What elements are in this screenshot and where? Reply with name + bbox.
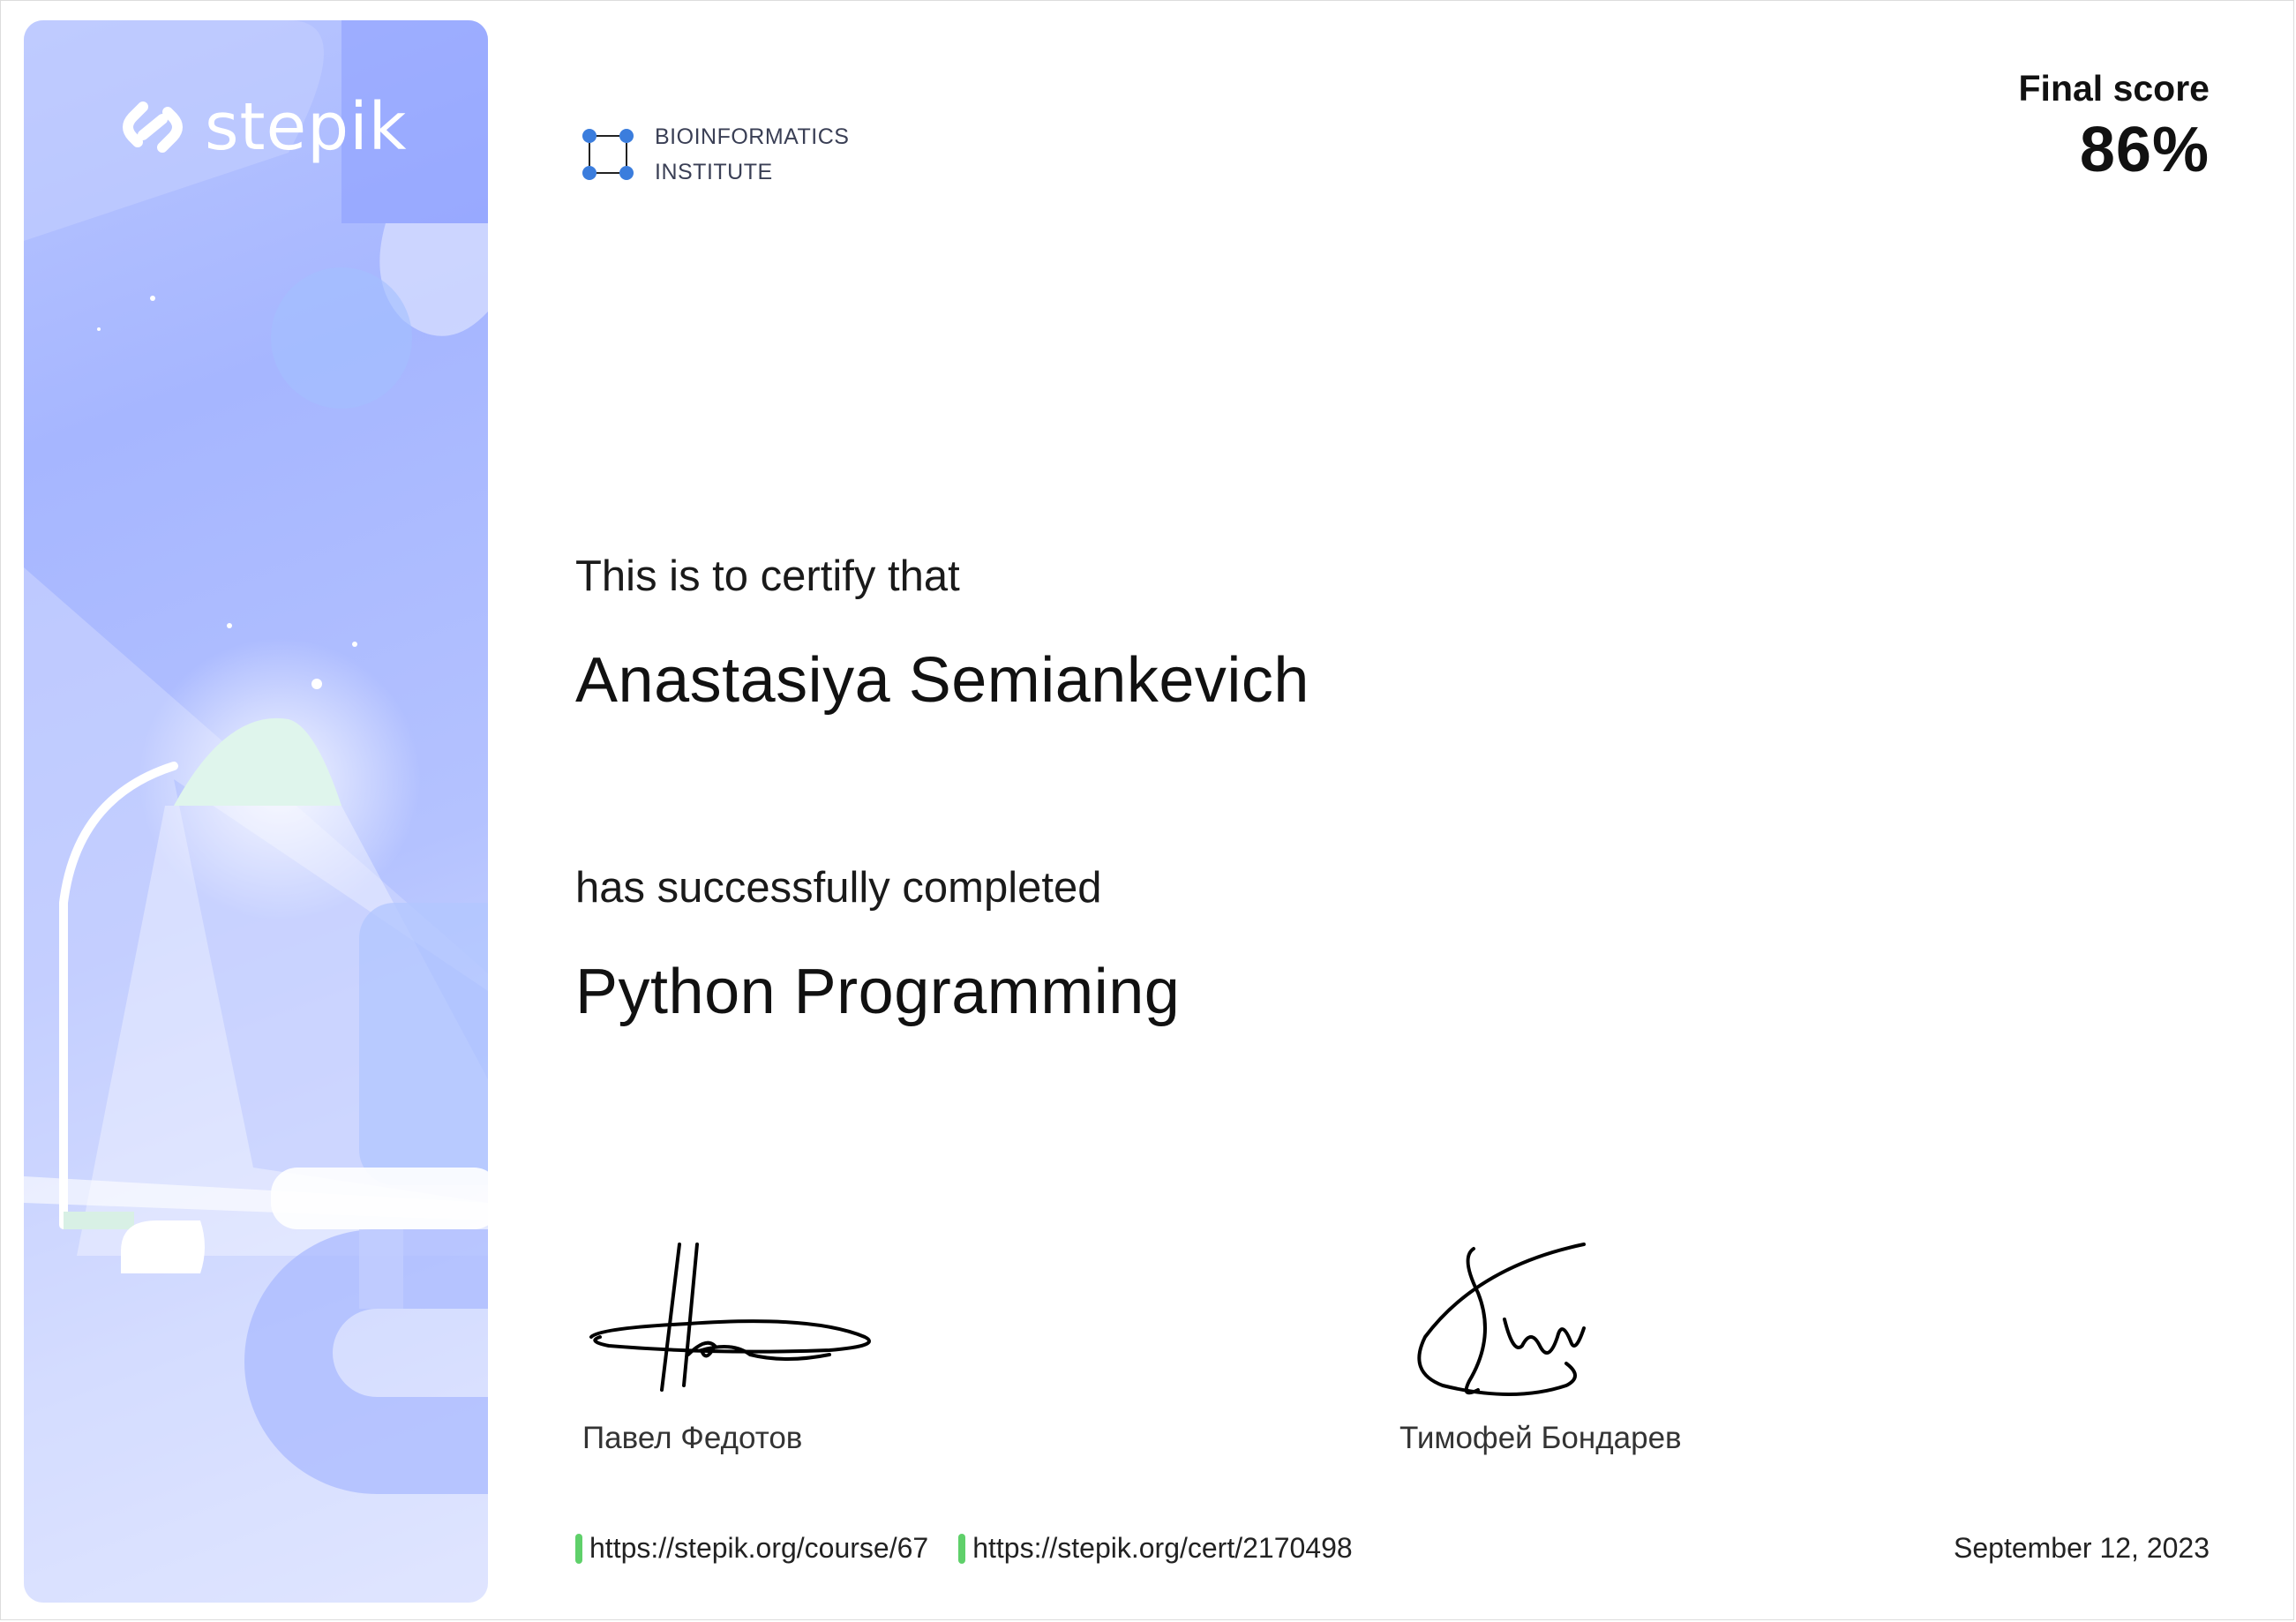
institute-name-line1: BIOINFORMATICS: [655, 124, 850, 149]
final-score-value: 86%: [2079, 115, 2210, 185]
link-marker: [575, 1533, 582, 1564]
signature-1: [582, 1240, 891, 1399]
panel-illustration: [24, 20, 488, 1603]
certify-intro: This is to certify that: [575, 552, 960, 600]
signature-2: [1407, 1240, 1672, 1416]
completed-text: has successfully completed: [575, 864, 1102, 912]
course-title: Python Programming: [575, 957, 1181, 1027]
signature-2-handwriting: [1417, 1243, 1586, 1396]
final-score: Final score 86%: [2019, 66, 2210, 190]
institute-name-line2: INSTITUTE: [655, 160, 773, 184]
certificate-links: https://stepik.org/course/67 https://ste…: [575, 1532, 1353, 1565]
stepik-brand: stepik: [116, 91, 407, 163]
course-link-text: https://stepik.org/course/67: [589, 1532, 929, 1564]
decorative-side-panel: [24, 20, 488, 1603]
signature-1-handwriting: [589, 1243, 871, 1392]
stepik-logo-icon: [123, 101, 183, 153]
link-marker: [958, 1533, 966, 1564]
final-score-label: Final score: [2018, 68, 2210, 109]
course-link[interactable]: https://stepik.org/course/67: [575, 1532, 928, 1565]
bioinformatics-institute-logo-icon: [582, 129, 634, 180]
cert-link-text: https://stepik.org/cert/2170498: [972, 1532, 1353, 1564]
signature-2-name: Тимофей Бондарев: [1399, 1421, 1682, 1455]
signature-1-name: Павел Федотов: [582, 1421, 803, 1455]
institute-name: BIOINFORMATICS INSTITUTE: [655, 119, 849, 190]
recipient-name: Anastasiya Semiankevich: [575, 645, 1309, 716]
stepik-wordmark: stepik: [205, 89, 408, 165]
issue-date: September 12, 2023: [1954, 1532, 2210, 1564]
cert-link[interactable]: https://stepik.org/cert/2170498: [958, 1532, 1353, 1565]
institute-logo: BIOINFORMATICS INSTITUTE: [581, 119, 849, 190]
